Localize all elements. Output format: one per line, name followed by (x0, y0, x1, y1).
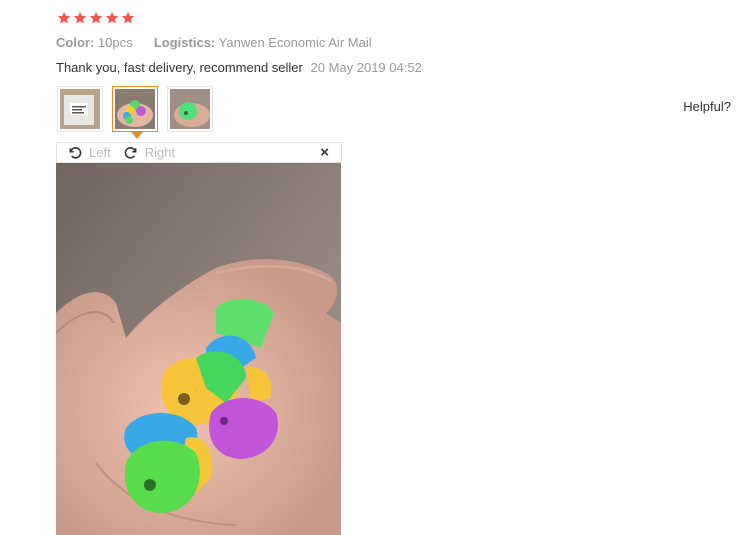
review-content: Thank you, fast delivery, recommend sell… (56, 60, 422, 75)
hand-with-caps-photo (115, 89, 155, 129)
order-meta: Color: 10pcs Logistics: Yanwen Economic … (56, 35, 372, 50)
thumbnail-green-cap[interactable] (167, 86, 213, 132)
helpful-link[interactable]: Helpful? (683, 99, 731, 114)
image-viewer: Left Right × (56, 142, 342, 535)
rotate-right-button[interactable]: Right (123, 145, 175, 161)
rotate-left-button[interactable]: Left (67, 145, 111, 161)
rotate-left-label: Left (89, 145, 111, 160)
close-icon[interactable]: × (320, 145, 329, 161)
viewer-toolbar: Left Right × (56, 142, 342, 163)
star-icon (105, 11, 119, 24)
star-icon (57, 11, 71, 24)
rotate-left-icon (69, 146, 82, 159)
color-label: Color: (56, 35, 95, 50)
thumbnail-package[interactable] (57, 86, 103, 132)
green-cap-photo (170, 89, 210, 129)
color-value: 10pcs (97, 35, 133, 50)
star-icon (73, 11, 87, 24)
logistics-value: Yanwen Economic Air Mail (218, 35, 372, 50)
review-text: Thank you, fast delivery, recommend sell… (56, 60, 303, 75)
review-date: 20 May 2019 04:52 (310, 60, 422, 75)
package-photo (60, 89, 100, 129)
rating-stars (57, 11, 135, 27)
rotate-right-label: Right (144, 145, 176, 160)
thumbnail-hand-caps[interactable] (112, 86, 158, 139)
logistics-label: Logistics: (153, 35, 216, 50)
star-icon (89, 11, 103, 24)
rotate-right-icon (124, 146, 137, 159)
review-thumbnails (57, 86, 213, 139)
selected-indicator (131, 132, 143, 139)
star-icon (121, 11, 135, 24)
review-photo (56, 163, 341, 535)
